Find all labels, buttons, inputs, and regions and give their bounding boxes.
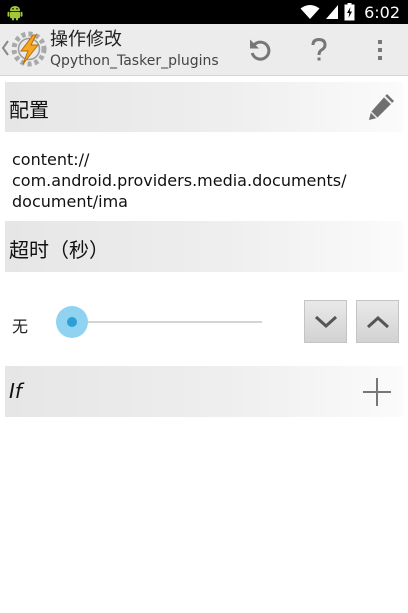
- slider-thumb-center: [67, 317, 77, 327]
- title-block: 操作修改 Qpython_Tasker_plugins: [50, 29, 219, 70]
- android-icon: [7, 6, 23, 21]
- timeout-slider-track[interactable]: [72, 321, 262, 323]
- timeout-value-label: 无: [12, 317, 29, 336]
- if-section-header: If: [5, 366, 403, 417]
- tasker-logo-icon[interactable]: [10, 30, 48, 68]
- timeout-section-title: 超时（秒）: [9, 238, 109, 262]
- status-bar: 6:02: [0, 0, 408, 24]
- pencil-icon[interactable]: [366, 90, 398, 122]
- page-subtitle: Qpython_Tasker_plugins: [50, 53, 219, 69]
- page-title: 操作修改: [50, 29, 122, 50]
- chevron-up-icon: [366, 315, 389, 328]
- battery-icon: [344, 3, 355, 21]
- plus-icon[interactable]: [362, 377, 392, 407]
- undo-button[interactable]: [236, 24, 284, 76]
- wifi-icon: [300, 5, 320, 19]
- config-value-text[interactable]: content:// com.android.providers.media.d…: [12, 149, 402, 212]
- undo-icon: [250, 39, 271, 61]
- config-section-title: 配置: [9, 98, 49, 122]
- timeout-increase-button[interactable]: [356, 300, 399, 343]
- signal-icon: [326, 5, 339, 19]
- help-button[interactable]: [295, 24, 343, 76]
- overflow-menu-icon: [378, 40, 382, 60]
- if-section-title: If: [9, 379, 22, 403]
- help-icon: [311, 37, 327, 61]
- config-section-header: 配置: [5, 82, 403, 132]
- timeout-decrease-button[interactable]: [304, 300, 347, 343]
- overflow-menu-button[interactable]: [356, 24, 404, 76]
- timeout-slider-thumb[interactable]: [56, 306, 88, 338]
- status-time: 6:02: [364, 2, 400, 22]
- chevron-down-icon: [314, 315, 337, 328]
- timeout-section-header: 超时（秒）: [5, 221, 403, 272]
- action-bar: 操作修改 Qpython_Tasker_plugins: [0, 24, 408, 76]
